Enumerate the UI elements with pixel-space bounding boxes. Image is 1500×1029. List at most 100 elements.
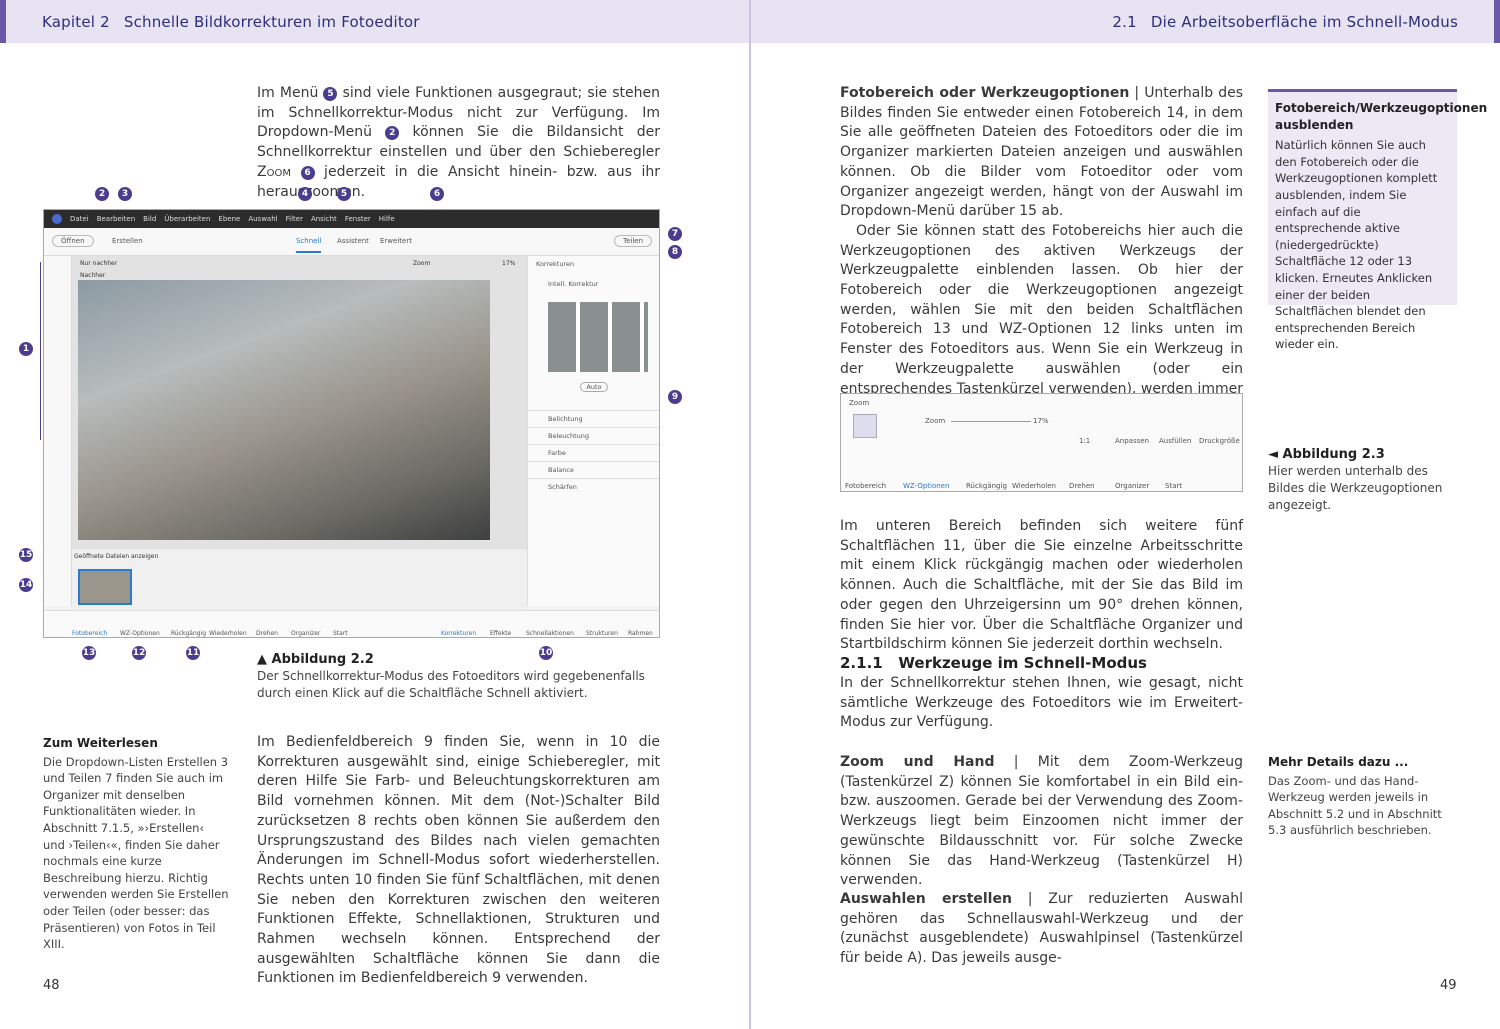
callout-12: 12 xyxy=(132,646,146,660)
zoom-slider[interactable] xyxy=(951,421,1031,422)
page-gutter xyxy=(749,0,751,1029)
sculpture-photo xyxy=(78,280,490,540)
right-paragraph-3: Im unteren Bereich befinden sich weitere… xyxy=(840,518,1243,653)
menu-item[interactable]: Datei xyxy=(70,215,89,223)
callout-11: 11 xyxy=(186,646,200,660)
section-belichtung[interactable]: Belichtung xyxy=(528,410,659,427)
menu-item[interactable]: Bild xyxy=(143,215,156,223)
menu-item[interactable]: Auswahl xyxy=(248,215,277,223)
btn-rahmen[interactable]: Rahmen xyxy=(628,630,653,637)
view-label: Nachher xyxy=(80,272,106,279)
menu-bar: Datei Bearbeiten Bild Überarbeiten Ebene… xyxy=(44,210,659,228)
zfig-zoom-value: 17% xyxy=(1033,417,1049,425)
tab-erweitert[interactable]: Erweitert xyxy=(380,237,412,245)
right-paragraph-1: Fotobereich oder Werkzeugoptionen | Unte… xyxy=(840,84,1243,439)
menu-item[interactable]: Überarbeiten xyxy=(164,215,210,223)
subsection-heading: 2.1.1 Werkzeuge im Schnell-Modus xyxy=(840,654,1147,672)
right-paragraph-6: Auswahlen erstellen | Zur reduzierten Au… xyxy=(840,891,1243,967)
zfig-btn-fotobereich[interactable]: Fotobereich xyxy=(845,482,886,490)
menu-item[interactable]: Ebene xyxy=(218,215,240,223)
chapter-title: Schnelle Bildkorrekturen im Fotoeditor xyxy=(123,12,420,31)
zfig-btn-organizer[interactable]: Organizer xyxy=(1115,482,1149,490)
btn-redo[interactable]: Wiederholen xyxy=(209,630,247,637)
bin-thumbnail[interactable] xyxy=(78,569,132,605)
opt-anpassen[interactable]: Anpassen xyxy=(1115,437,1149,445)
p6-lead: Auswahlen erstellen xyxy=(840,891,1012,907)
btn-rotate[interactable]: Drehen xyxy=(256,630,278,637)
zoom-value: 17% xyxy=(502,260,516,267)
preset-thumbnails[interactable] xyxy=(548,302,648,372)
btn-start[interactable]: Start xyxy=(333,630,348,637)
section-balance[interactable]: Balance xyxy=(528,461,659,478)
figure-2-3-caption: ◄ Abbildung 2.3 Hier werden unterhalb des… xyxy=(1268,446,1458,514)
panel-title: Korrekturen xyxy=(536,260,575,268)
callout-6: 6 xyxy=(430,187,444,201)
menu-item[interactable]: Ansicht xyxy=(311,215,337,223)
zfig-btn-start[interactable]: Start xyxy=(1165,482,1182,490)
right-paragraph-5: Zoom und Hand | Mit dem Zoom-Werkzeug (T… xyxy=(840,754,1243,889)
tab-schnell[interactable]: Schnell xyxy=(296,237,322,253)
sidebar-title: Zum Weiterlesen xyxy=(43,736,158,750)
zoom-in-icon[interactable] xyxy=(853,414,877,438)
section-farbe[interactable]: Farbe xyxy=(528,444,659,461)
auto-button[interactable]: Auto xyxy=(580,382,608,392)
sidebar-text: Die Dropdown-Listen Erstellen 3 und Teil… xyxy=(43,754,229,952)
create-dropdown[interactable]: Erstellen xyxy=(112,237,143,245)
menu-item[interactable]: Bearbeiten xyxy=(97,215,135,223)
section-beleuchtung[interactable]: Beleuchtung xyxy=(528,427,659,444)
zfig-btn-redo[interactable]: Wiederholen xyxy=(1012,482,1056,490)
page-number-left: 48 xyxy=(43,978,60,993)
p5-lead: Zoom und Hand xyxy=(840,754,995,770)
open-dropdown[interactable]: Öffnen xyxy=(52,235,94,247)
box-title: Fotobereich/Werkzeugoptionen ausblenden xyxy=(1275,101,1488,132)
intro-paragraph: Im Menü 5 sind viele Funktionen ausgegra… xyxy=(257,85,661,200)
view-dropdown[interactable]: Nur nachher xyxy=(80,260,117,267)
p5-text: Mit dem Zoom-Werkzeug (Tastenkürzel Z) k… xyxy=(840,754,1243,889)
callout-9: 9 xyxy=(668,390,682,404)
bottom-bar: Fotobereich WZ-Optionen Rückgängig Wiede… xyxy=(44,610,659,637)
btn-organizer[interactable]: Organizer xyxy=(291,630,320,637)
tool-palette xyxy=(44,256,72,606)
callout-8: 8 xyxy=(668,245,682,259)
btn-schnellaktionen[interactable]: Schnellaktionen xyxy=(526,630,574,637)
callout-5: 5 xyxy=(337,187,351,201)
zfig-btn-undo[interactable]: Rückgängig xyxy=(966,482,1007,490)
opt-ausfuellen[interactable]: Ausfüllen xyxy=(1159,437,1191,445)
opt-1to1[interactable]: 1:1 xyxy=(1079,437,1090,445)
callout-15: 15 xyxy=(19,548,33,562)
p1-lead: Fotobereich oder Werkzeugoptionen xyxy=(840,85,1130,101)
btn-undo[interactable]: Rückgängig xyxy=(171,630,206,637)
screenshot-figure-2-2: Datei Bearbeiten Bild Überarbeiten Ebene… xyxy=(43,209,660,638)
options-bar: Öffnen Erstellen Schnell Assistent Erwei… xyxy=(44,228,659,256)
share-dropdown[interactable]: Teilen xyxy=(614,235,653,247)
caption2-text: Hier werden unterhalb des Bildes die Wer… xyxy=(1268,464,1443,512)
app-logo-icon xyxy=(52,214,62,224)
smart-fix[interactable]: Intell. Korrektur xyxy=(528,272,659,296)
zfig-btn-rotate[interactable]: Drehen xyxy=(1069,482,1095,490)
left-tab-marker xyxy=(0,0,6,43)
menu-item[interactable]: Filter xyxy=(286,215,303,223)
callout-14: 14 xyxy=(19,578,33,592)
zfig-btn-wz[interactable]: WZ-Optionen xyxy=(903,482,949,490)
callout-2: 2 xyxy=(95,187,109,201)
section-schaerfen[interactable]: Schärfen xyxy=(528,478,659,495)
right-tab-marker xyxy=(1494,0,1500,43)
photo-bin: Geöffnete Dateien anzeigen xyxy=(72,548,527,610)
btn-fotobereich[interactable]: Fotobereich xyxy=(72,630,107,637)
p1-text: Unterhalb des Bildes finden Sie entweder… xyxy=(840,85,1243,220)
tab-assistent[interactable]: Assistent xyxy=(337,237,369,245)
btn-korrekturen[interactable]: Korrekturen xyxy=(441,630,476,637)
menu-item[interactable]: Fenster xyxy=(345,215,371,223)
figure-2-2-caption: ▲ Abbildung 2.2 Der Schnellkorrektur-Modu… xyxy=(257,651,662,702)
section-number: 2.1 xyxy=(1112,12,1137,31)
btn-strukturen[interactable]: Strukturen xyxy=(586,630,618,637)
screenshot-figure-2-3: Zoom Zoom 17% 1:1 Anpassen Ausfüllen Dru… xyxy=(840,393,1243,492)
page-number-right: 49 xyxy=(1440,978,1457,993)
opt-druckgroesse[interactable]: Druckgröße xyxy=(1199,437,1240,445)
zfig-zoom-label: Zoom xyxy=(925,417,946,425)
bin-dropdown[interactable]: Geöffnete Dateien anzeigen xyxy=(74,553,158,560)
menu-item[interactable]: Hilfe xyxy=(379,215,395,223)
caption-text: Der Schnellkorrektur-Modus des Fotoedito… xyxy=(257,669,645,700)
btn-wz-optionen[interactable]: WZ-Optionen xyxy=(120,630,160,637)
btn-effekte[interactable]: Effekte xyxy=(490,630,511,637)
